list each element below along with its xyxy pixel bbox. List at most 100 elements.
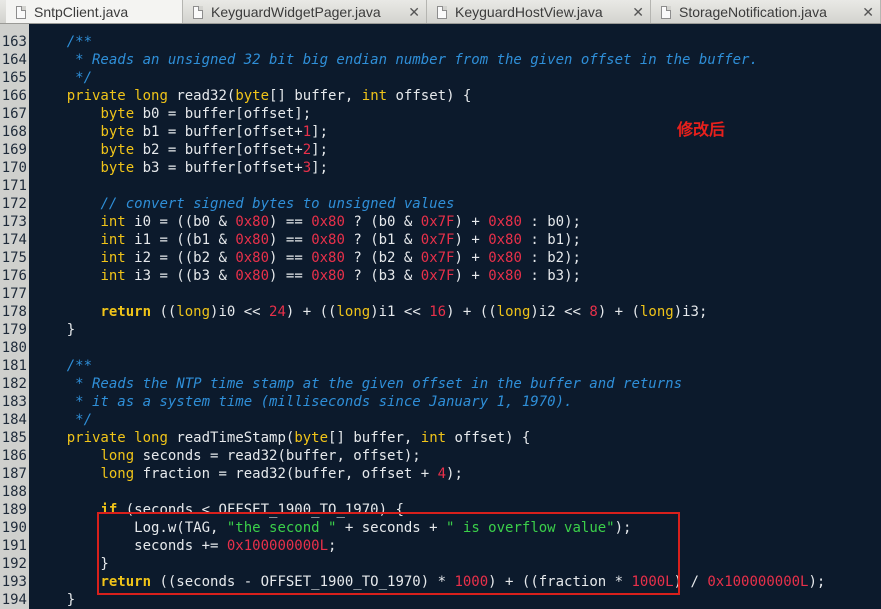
type-token: int [100, 214, 126, 230]
code-token: } [33, 322, 76, 338]
code-token: read32( [167, 88, 236, 104]
code-token: b3 = buffer[offset+ [134, 160, 303, 176]
code-text: * Reads an unsigned 32 bit big endian nu… [33, 51, 758, 69]
type-token: byte [100, 142, 135, 158]
type-token: long [100, 448, 135, 464]
code-line[interactable]: 179 } [0, 321, 881, 339]
number-token: 0x80 [311, 250, 345, 266]
code-editor[interactable]: 163 /** 164 * Reads an unsigned 32 bit bi… [0, 24, 881, 609]
code-text: private long read32(byte[] buffer, int o… [33, 87, 472, 105]
number-token: 0x7F [420, 268, 455, 284]
tab-sntpclient[interactable]: SntpClient.java [6, 0, 183, 23]
line-number: 184 [1, 412, 27, 428]
code-line[interactable]: 173 int i0 = ((b0 & 0x80) == 0x80 ? (b0 … [0, 213, 881, 231]
code-line[interactable]: 168 byte b1 = buffer[offset+1]; [0, 123, 881, 141]
tab-label: SntpClient.java [34, 4, 129, 20]
code-line[interactable]: 183 * it as a system time (milliseconds … [0, 393, 881, 411]
code-token: )i1 << [370, 304, 430, 320]
code-token: readTimeStamp( [167, 430, 295, 446]
code-text: * it as a system time (milliseconds sinc… [33, 393, 572, 411]
line-number: 169 [1, 142, 27, 158]
line-number: 171 [1, 178, 27, 194]
close-icon[interactable]: ✕ [408, 3, 420, 21]
code-line[interactable]: 164 * Reads an unsigned 32 bit big endia… [0, 51, 881, 69]
annotation-label: 修改后 [677, 120, 726, 139]
code-line[interactable]: 175 int i2 = ((b2 & 0x80) == 0x80 ? (b2 … [0, 249, 881, 267]
code-line[interactable]: 180 [0, 339, 881, 357]
tab-keyguardwidgetpager[interactable]: KeyguardWidgetPager.java ✕ [183, 0, 427, 23]
number-token: 24 [269, 304, 286, 320]
line-number: 181 [1, 358, 27, 374]
code-line[interactable]: 177 [0, 285, 881, 303]
code-line[interactable]: 188 [0, 483, 881, 501]
comment-token: * Reads an unsigned 32 bit big endian nu… [33, 52, 758, 68]
code-line[interactable]: 184 */ [0, 411, 881, 429]
code-line[interactable]: 186 long seconds = read32(buffer, offset… [0, 447, 881, 465]
tab-bar: SntpClient.java KeyguardWidgetPager.java… [0, 0, 881, 24]
code-token: i1 = ((b1 & [125, 232, 236, 248]
line-number: 180 [1, 340, 27, 356]
code-line[interactable]: 169 byte b2 = buffer[offset+2]; [0, 141, 881, 159]
highlight-box [97, 512, 680, 595]
number-token: 0x80 [311, 214, 345, 230]
number-token: 0x80 [311, 268, 345, 284]
code-line[interactable]: 176 int i3 = ((b3 & 0x80) == 0x80 ? (b3 … [0, 267, 881, 285]
code-text: long fraction = read32(buffer, offset + … [33, 465, 462, 483]
code-line[interactable]: 187 long fraction = read32(buffer, offse… [0, 465, 881, 483]
code-line[interactable]: 178 return ((long)i0 << 24) + ((long)i1 … [0, 303, 881, 321]
keyword-token: return [100, 304, 152, 320]
code-token: } [33, 592, 76, 608]
line-number: 189 [1, 502, 27, 518]
code-token: : b2); [521, 250, 581, 266]
line-number: 166 [1, 88, 27, 104]
comment-token: * Reads the NTP time stamp at the given … [33, 376, 683, 392]
code-line[interactable]: 163 /** [0, 33, 881, 51]
code-text: int i1 = ((b1 & 0x80) == 0x80 ? (b1 & 0x… [33, 231, 581, 249]
code-line[interactable]: 181 /** [0, 357, 881, 375]
type-token: int [100, 268, 126, 284]
code-line[interactable]: 171 [0, 177, 881, 195]
code-line[interactable]: 166 private long read32(byte[] buffer, i… [0, 87, 881, 105]
number-token: 1 [302, 124, 312, 140]
line-number: 193 [1, 574, 27, 590]
code-line[interactable]: 165 */ [0, 69, 881, 87]
type-token: byte [100, 124, 135, 140]
code-line[interactable]: 172 // convert signed bytes to unsigned … [0, 195, 881, 213]
line-number: 179 [1, 322, 27, 338]
code-line[interactable]: 174 int i1 = ((b1 & 0x80) == 0x80 ? (b1 … [0, 231, 881, 249]
comment-token: /** [66, 34, 93, 50]
line-number: 183 [1, 394, 27, 410]
code-line[interactable]: 167 byte b0 = buffer[offset]; [0, 105, 881, 123]
number-token: 0x80 [488, 250, 522, 266]
code-token: ) == [269, 250, 312, 266]
close-icon[interactable]: ✕ [862, 3, 874, 21]
tab-keyguardhostview[interactable]: KeyguardHostView.java ✕ [427, 0, 651, 23]
number-token: 0x80 [235, 232, 270, 248]
close-icon[interactable]: ✕ [632, 3, 644, 21]
type-token: int [420, 430, 447, 446]
line-number: 172 [1, 196, 27, 212]
comment-token: // convert signed bytes to unsigned valu… [100, 196, 455, 212]
line-number: 194 [1, 592, 27, 608]
code-token: b1 = buffer[offset+ [134, 124, 303, 140]
tab-label: KeyguardHostView.java [455, 4, 603, 20]
tab-storagenotification[interactable]: StorageNotification.java ✕ [651, 0, 881, 23]
code-text: */ [33, 411, 92, 429]
code-text: byte b3 = buffer[offset+3]; [33, 159, 328, 177]
type-token: long [496, 304, 531, 320]
code-text: /** [33, 33, 92, 51]
type-token: int [361, 88, 388, 104]
code-line[interactable]: 182 * Reads the NTP time stamp at the gi… [0, 375, 881, 393]
code-token: b0 = buffer[offset]; [134, 106, 312, 122]
code-line[interactable]: 185 private long readTimeStamp(byte[] bu… [0, 429, 881, 447]
type-token: byte [235, 88, 270, 104]
code-line[interactable]: 170 byte b3 = buffer[offset+3]; [0, 159, 881, 177]
